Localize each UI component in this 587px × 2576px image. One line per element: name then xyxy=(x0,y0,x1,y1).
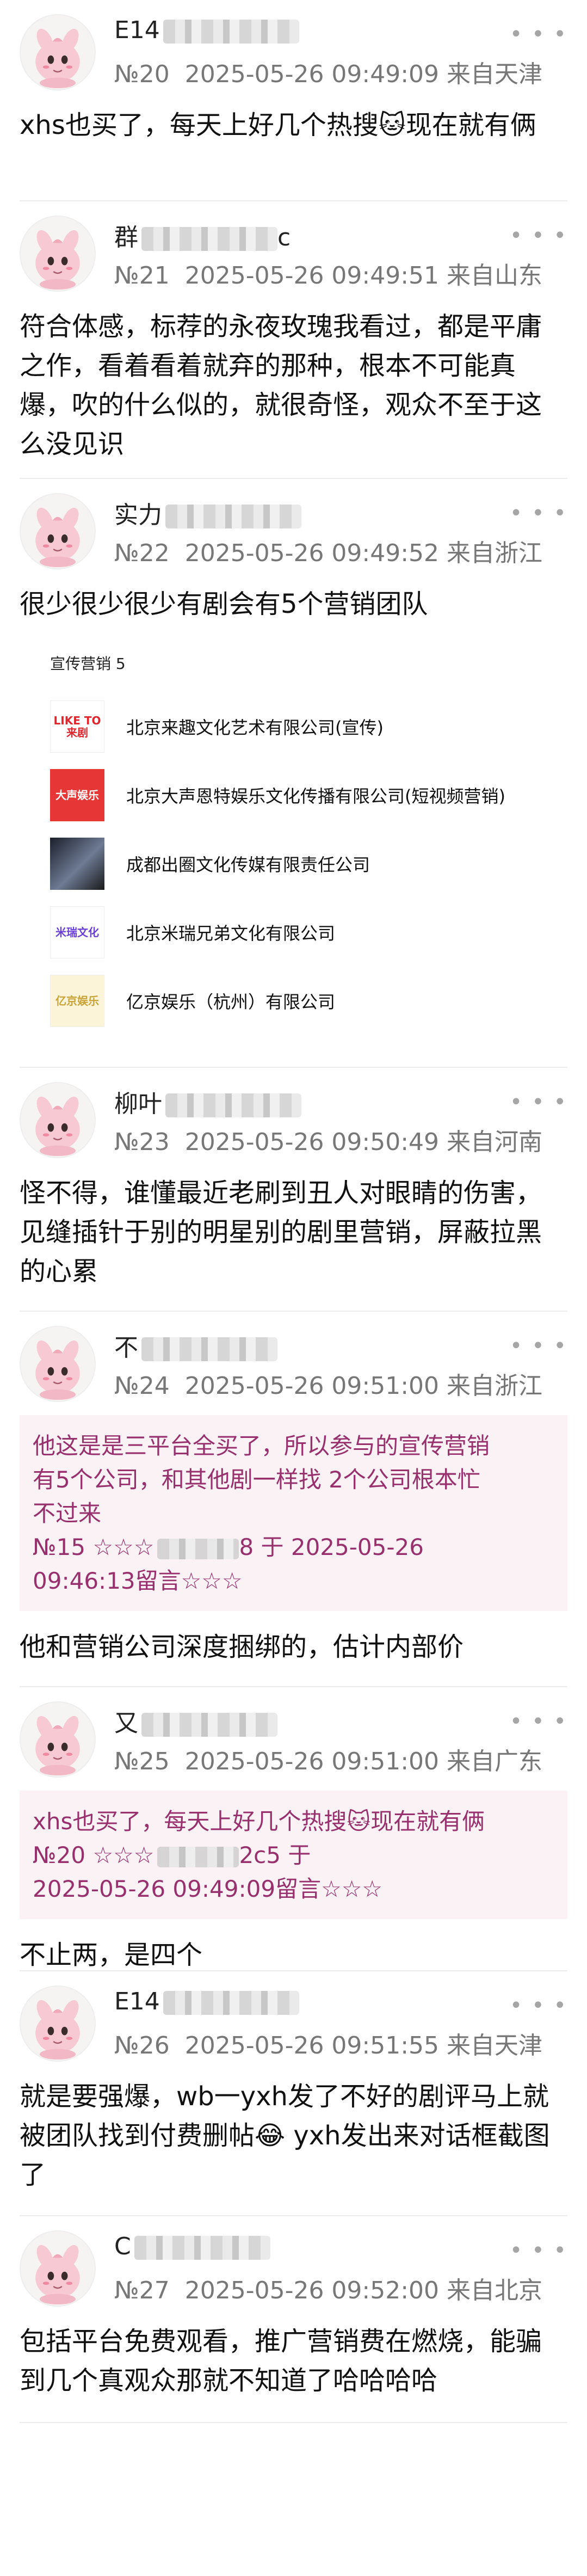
user-avatar[interactable] xyxy=(20,1701,96,1778)
promo-title: 宣传营销 5 xyxy=(50,655,126,673)
username[interactable]: E14 xyxy=(114,1988,299,2015)
company-name: 亿京娱乐（杭州）有限公司 xyxy=(126,992,336,1012)
quote-text-line: 不过来 xyxy=(33,1500,102,1527)
username[interactable]: 柳叶 xyxy=(114,1084,301,1119)
comment-item: 实力 №22 2025-05-26 09:49:52 来自浙江 • • • 很少… xyxy=(0,479,587,1068)
comment-text: xhs也买了，每天上好几个热搜🐱现在就有俩 xyxy=(20,110,536,140)
comment-item: C №27 2025-05-26 09:52:00 来自北京 • • • 包括平… xyxy=(0,2216,587,2423)
comment-item: 群c №21 2025-05-26 09:49:51 来自山东 • • • 符合… xyxy=(0,201,587,479)
user-avatar[interactable] xyxy=(20,1985,96,2062)
user-avatar[interactable] xyxy=(20,14,96,90)
username[interactable]: 又 xyxy=(114,1704,277,1738)
user-avatar[interactable] xyxy=(20,1082,96,1158)
quote-ref: №20 ☆☆☆ 2c5 于 xyxy=(33,1842,311,1868)
censored-name-blur xyxy=(157,1846,239,1867)
promo-company: LIKE TO 来剧 北京来趣文化艺术有限公司(宣传) xyxy=(50,692,537,761)
username[interactable]: C xyxy=(114,2233,270,2260)
comment-meta: №21 2025-05-26 09:49:51 来自山东 xyxy=(114,262,543,290)
quoted-reply[interactable]: xhs也买了，每天上好几个热搜🐱现在就有俩 №20 ☆☆☆ 2c5 于 2025-… xyxy=(20,1791,567,1919)
censored-name-blur xyxy=(157,1538,239,1559)
company-name: 北京来趣文化艺术有限公司(宣传) xyxy=(126,717,384,738)
company-logo: 亿京娱乐 xyxy=(50,975,104,1027)
company-logo: LIKE TO 来剧 xyxy=(50,700,104,753)
comment-meta: №26 2025-05-26 09:51:55 来自天津 xyxy=(114,2032,543,2059)
comment-meta: №20 2025-05-26 09:49:09 来自天津 xyxy=(114,60,543,88)
username[interactable]: 不 xyxy=(114,1328,277,1363)
company-name: 成都出圈文化传媒有限责任公司 xyxy=(126,854,370,875)
comment-text: 就是要强爆，wb一yxh发了不好的剧评马上就被团队找到付费删帖😂 yxh发出来对… xyxy=(20,2081,550,2190)
censored-name-blur xyxy=(141,227,277,251)
comment-meta: №23 2025-05-26 09:50:49 来自河南 xyxy=(114,1128,543,1156)
censored-name-blur xyxy=(165,505,301,528)
comment-meta: №27 2025-05-26 09:52:00 来自北京 xyxy=(114,2277,543,2304)
company-logo: 米瑞文化 xyxy=(50,906,104,958)
company-logo xyxy=(50,838,104,890)
promo-company: 大声娱乐 北京大声恩特娱乐文化传播有限公司(短视频营销) xyxy=(50,761,537,829)
more-dots-icon[interactable]: • • • xyxy=(510,1090,567,1115)
quote-text-line: 他这是是三平台全买了，所以参与的宣传营销 xyxy=(33,1433,490,1459)
more-dots-icon[interactable]: • • • xyxy=(510,1333,567,1358)
more-dots-icon[interactable]: • • • xyxy=(510,2238,567,2263)
company-name: 北京米瑞兄弟文化有限公司 xyxy=(126,923,336,944)
censored-name-blur xyxy=(134,2236,270,2260)
promo-company: 亿京娱乐 亿京娱乐（杭州）有限公司 xyxy=(50,967,537,1035)
comment-meta: №25 2025-05-26 09:51:00 来自广东 xyxy=(114,1748,543,1775)
company-logo: 大声娱乐 xyxy=(50,769,104,821)
quote-ref-time: 09:46:13留言☆☆☆ xyxy=(33,1567,243,1594)
user-avatar[interactable] xyxy=(20,216,96,292)
comment-item: 柳叶 №23 2025-05-26 09:50:49 来自河南 • • • 怪不… xyxy=(0,1068,587,1312)
comment-item: E14 №26 2025-05-26 09:51:55 来自天津 • • • 就… xyxy=(0,1971,587,2216)
username[interactable]: E14 xyxy=(114,16,299,44)
censored-name-blur xyxy=(165,1093,301,1117)
quote-ref-time: 2025-05-26 09:49:09留言☆☆☆ xyxy=(33,1876,383,1902)
username[interactable]: 群c xyxy=(114,218,291,253)
username[interactable]: 实力 xyxy=(114,495,301,530)
user-avatar[interactable] xyxy=(20,2230,96,2307)
user-avatar[interactable] xyxy=(20,1326,96,1402)
comment-item: 又 №25 2025-05-26 09:51:00 来自广东 • • • xhs… xyxy=(0,1687,587,1971)
comment-text: 符合体感，标荐的永夜玫瑰我看过，都是平庸之作，看着看着就弃的那种，根本不可能真爆… xyxy=(20,311,542,459)
more-dots-icon[interactable]: • • • xyxy=(510,501,567,526)
comment-item: 不 №24 2025-05-26 09:51:00 来自浙江 • • • 他这是… xyxy=(0,1312,587,1687)
quote-ref: №15 ☆☆☆ 8 于 2025-05-26 xyxy=(33,1534,424,1560)
quote-text-line: 有5个公司，和其他剧一样找 2个公司根本忙 xyxy=(33,1466,480,1493)
more-dots-icon[interactable]: • • • xyxy=(510,1709,567,1734)
promo-image[interactable]: 宣传营销 5 LIKE TO 来剧 北京来趣文化艺术有限公司(宣传) 大声娱乐 … xyxy=(20,637,567,1046)
promo-company: 米瑞文化 北京米瑞兄弟文化有限公司 xyxy=(50,898,537,967)
promo-company: 成都出圈文化传媒有限责任公司 xyxy=(50,829,537,898)
quoted-reply[interactable]: 他这是是三平台全买了，所以参与的宣传营销 有5个公司，和其他剧一样找 2个公司根… xyxy=(20,1415,567,1611)
user-avatar[interactable] xyxy=(20,493,96,569)
censored-name-blur xyxy=(141,1337,277,1361)
comment-text: 怪不得，谁懂最近老刷到丑人对眼睛的伤害，见缝插针于别的明星别的剧里营销，屏蔽拉黑… xyxy=(20,1178,542,1287)
more-dots-icon[interactable]: • • • xyxy=(510,22,567,47)
comment-text: 很少很少很少有剧会有5个营销团队 xyxy=(20,589,428,619)
company-name: 北京大声恩特娱乐文化传播有限公司(短视频营销) xyxy=(126,786,505,807)
censored-name-blur xyxy=(141,1713,277,1737)
quote-text-line: xhs也买了，每天上好几个热搜🐱现在就有俩 xyxy=(33,1808,485,1835)
comment-text: 包括平台免费观看，推广营销费在燃烧，能骗到几个真观众那就不知道了哈哈哈哈 xyxy=(20,2326,542,2396)
more-dots-icon[interactable]: • • • xyxy=(510,1993,567,2018)
comment-meta: №24 2025-05-26 09:51:00 来自浙江 xyxy=(114,1372,543,1400)
censored-name-blur xyxy=(163,20,299,44)
censored-name-blur xyxy=(163,1991,299,2015)
comment-text: 他和营销公司深度捆绑的，估计内部价 xyxy=(20,1632,464,1662)
more-dots-icon[interactable]: • • • xyxy=(510,223,567,248)
comment-meta: №22 2025-05-26 09:49:52 来自浙江 xyxy=(114,539,543,567)
comment-item: E14 №20 2025-05-26 09:49:09 来自天津 • • • x… xyxy=(0,0,587,201)
